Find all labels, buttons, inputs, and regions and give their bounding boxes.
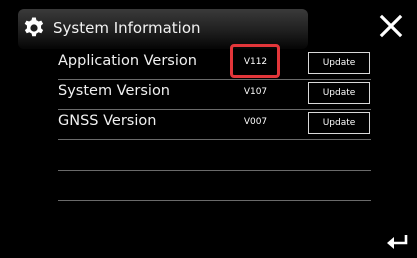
highlight-box — [230, 44, 280, 78]
version-value: V107 — [243, 87, 268, 97]
page-title: System Information — [53, 19, 201, 37]
update-button[interactable]: Update — [308, 82, 370, 104]
header-bar: System Information — [18, 9, 308, 49]
close-icon[interactable] — [378, 13, 404, 39]
divider — [58, 200, 371, 201]
list-item-gnss-version: GNSS Version V007 Update — [58, 110, 371, 140]
list-item-application-version: Application Version V112 Update — [58, 50, 371, 80]
row-label: Application Version — [58, 53, 197, 69]
list-item-system-version: System Version V107 Update — [58, 80, 371, 110]
update-button[interactable]: Update — [308, 52, 370, 74]
row-label: System Version — [58, 83, 170, 99]
update-button[interactable]: Update — [308, 112, 370, 134]
row-label: GNSS Version — [58, 113, 157, 129]
back-arrow-icon[interactable] — [384, 232, 410, 252]
gear-icon — [24, 17, 44, 37]
divider — [58, 170, 371, 171]
version-value: V007 — [243, 117, 268, 127]
